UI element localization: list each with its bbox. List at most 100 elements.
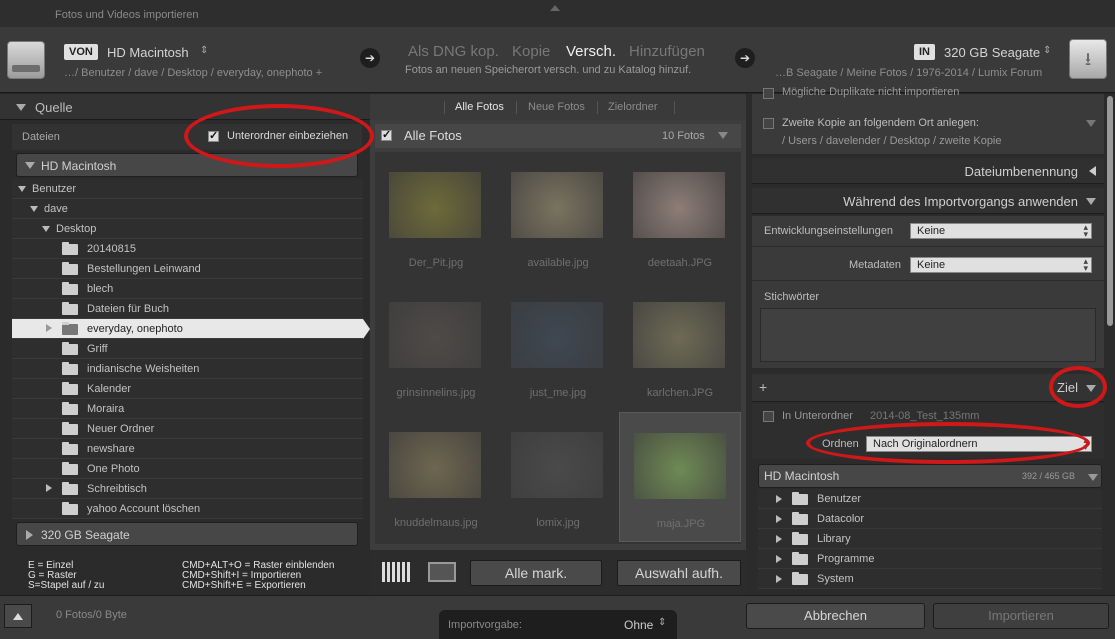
collapse-triangle-icon[interactable] [1086, 198, 1096, 205]
tree-row[interactable]: Griff [12, 339, 363, 359]
photo-cell[interactable]: available.jpg [497, 152, 619, 282]
grid-view-icon[interactable] [382, 562, 412, 582]
tree-row[interactable]: Bestellungen Leinwand [12, 259, 363, 279]
organize-select[interactable]: Nach Originalordnern ▴ ▾ [866, 436, 1092, 452]
photo-thumbnail[interactable] [633, 172, 725, 238]
duplicates-label[interactable]: Mögliche Duplikate nicht importieren [782, 86, 959, 98]
check-all-button[interactable]: Alle mark. [470, 560, 602, 586]
tree-row[interactable]: Dateien für Buch [12, 299, 363, 319]
photo-cell[interactable]: knuddelmaus.jpg [375, 412, 497, 542]
dest-tree-row[interactable]: Library [758, 529, 1102, 549]
source-name[interactable]: HD Macintosh [107, 45, 189, 60]
photo-thumbnail[interactable] [389, 302, 481, 368]
expand-triangle-icon[interactable] [18, 186, 26, 192]
expand-triangle-icon[interactable] [46, 484, 52, 492]
preset-dropdown-icon[interactable]: ⇕ [658, 617, 666, 628]
dest-tree-row[interactable]: Programme [758, 549, 1102, 569]
options-scrollbar[interactable] [1107, 94, 1113, 595]
tree-row[interactable]: Neuer Ordner [12, 419, 363, 439]
photo-thumbnail[interactable] [389, 172, 481, 238]
tree-row[interactable]: indianische Weisheiten [12, 359, 363, 379]
expand-triangle-icon[interactable] [776, 535, 782, 543]
subfolder-label[interactable]: In Unterordner [782, 410, 853, 422]
uncheck-all-button[interactable]: Auswahl aufh. [617, 560, 741, 586]
photo-cell[interactable]: just_me.jpg [497, 282, 619, 412]
photo-cell[interactable]: Der_Pit.jpg [375, 152, 497, 282]
second-copy-path[interactable]: / Users / davelender / Desktop / zweite … [782, 135, 1002, 147]
dest-dropdown-icon[interactable]: ⇕ [1043, 45, 1051, 56]
dest-name[interactable]: 320 GB Seagate [944, 45, 1040, 60]
tree-row[interactable]: dave [12, 199, 363, 219]
second-copy-dropdown-icon[interactable] [1086, 120, 1096, 127]
tree-row[interactable]: yahoo Account löschen [12, 499, 363, 519]
expand-triangle-icon[interactable] [25, 162, 35, 169]
mode-dng-copy[interactable]: Als DNG kop. [408, 43, 499, 60]
photo-thumbnail[interactable] [634, 433, 726, 499]
subfolder-name[interactable]: 2014-08_Test_135mm [870, 410, 979, 422]
cancel-button[interactable]: Abbrechen [746, 603, 925, 629]
source-panel-header[interactable]: Quelle [0, 94, 370, 120]
tree-row[interactable]: blech [12, 279, 363, 299]
preset-value[interactable]: Ohne [624, 618, 653, 632]
usb-drive-icon[interactable]: ⭳ [1069, 39, 1107, 79]
metadata-select[interactable]: Keine ▴ ▾ [910, 257, 1092, 273]
expand-triangle-icon[interactable] [42, 226, 50, 232]
photo-thumbnail[interactable] [511, 172, 603, 238]
second-copy-label[interactable]: Zweite Kopie an folgendem Ort anlegen: [782, 117, 979, 129]
dest-tree-row[interactable]: Datacolor [758, 509, 1102, 529]
tree-row[interactable]: everyday, onephoto [12, 319, 370, 339]
photo-thumbnail[interactable] [511, 432, 603, 498]
source-drive-icon[interactable] [7, 41, 45, 79]
photo-cell[interactable]: karlchen.JPG [619, 282, 741, 412]
expand-triangle-icon[interactable] [776, 555, 782, 563]
all-photos-checkbox[interactable] [381, 128, 392, 141]
section-destination[interactable]: + Ziel [752, 374, 1104, 402]
import-button[interactable]: Importieren [933, 603, 1109, 629]
dest-tree-row[interactable]: Benutzer [758, 489, 1102, 509]
tab-new-photos[interactable]: Neue Fotos [528, 101, 585, 113]
expand-triangle-icon[interactable] [30, 206, 38, 212]
photo-cell[interactable]: grinsinnelins.jpg [375, 282, 497, 412]
tree-row[interactable]: Schreibtisch [12, 479, 363, 499]
mode-move[interactable]: Versch. [566, 43, 616, 60]
volume-seagate[interactable]: 320 GB Seagate [16, 522, 358, 546]
tree-row[interactable]: Desktop [12, 219, 363, 239]
photo-thumbnail[interactable] [633, 302, 725, 368]
tree-row[interactable]: 20140815 [12, 239, 363, 259]
tree-row[interactable]: Moraira [12, 399, 363, 419]
expand-triangle-icon[interactable] [776, 495, 782, 503]
photo-cell[interactable]: deetaah.JPG [619, 152, 741, 282]
tree-row[interactable]: Benutzer [12, 179, 363, 199]
mode-add[interactable]: Hinzufügen [629, 43, 705, 60]
sort-menu-icon[interactable] [718, 132, 728, 139]
collapse-triangle-icon[interactable] [16, 104, 26, 111]
import-preset-bar[interactable]: Importvorgabe: Ohne ⇕ [439, 610, 677, 639]
expand-triangle-icon[interactable] [46, 324, 52, 332]
tab-dest-folder[interactable]: Zielordner [608, 101, 658, 113]
tree-row[interactable]: newshare [12, 439, 363, 459]
tree-row[interactable]: Kalender [12, 379, 363, 399]
develop-select[interactable]: Keine ▴ ▾ [910, 223, 1092, 239]
mode-copy[interactable]: Kopie [512, 43, 550, 60]
keywords-input[interactable] [760, 308, 1096, 362]
section-rename[interactable]: Dateiumbenennung [752, 158, 1104, 184]
tree-row[interactable]: One Photo [12, 459, 363, 479]
dest-tree-row[interactable]: System [758, 569, 1102, 589]
photo-cell[interactable]: maja.JPG [619, 412, 741, 542]
expand-triangle-icon[interactable] [26, 530, 33, 540]
expand-triangle-icon[interactable] [776, 515, 782, 523]
source-dropdown-icon[interactable]: ⇕ [200, 45, 208, 56]
photo-thumbnail[interactable] [389, 432, 481, 498]
collapse-triangle-icon[interactable] [1086, 385, 1096, 392]
include-subfolders-checkbox[interactable] [208, 129, 219, 142]
tab-all-photos[interactable]: Alle Fotos [455, 101, 504, 113]
volume-hd-macintosh[interactable]: HD Macintosh [16, 153, 358, 177]
expand-triangle-icon[interactable] [776, 575, 782, 583]
collapse-header-icon[interactable] [550, 5, 560, 11]
loupe-view-icon[interactable] [428, 562, 456, 582]
second-copy-checkbox[interactable] [763, 118, 774, 129]
section-apply[interactable]: Während des Importvorgangs anwenden [752, 188, 1104, 214]
expand-triangle-icon[interactable] [1089, 166, 1096, 176]
collapse-triangle-icon[interactable] [1088, 474, 1098, 481]
expand-dialog-button[interactable] [4, 604, 32, 628]
